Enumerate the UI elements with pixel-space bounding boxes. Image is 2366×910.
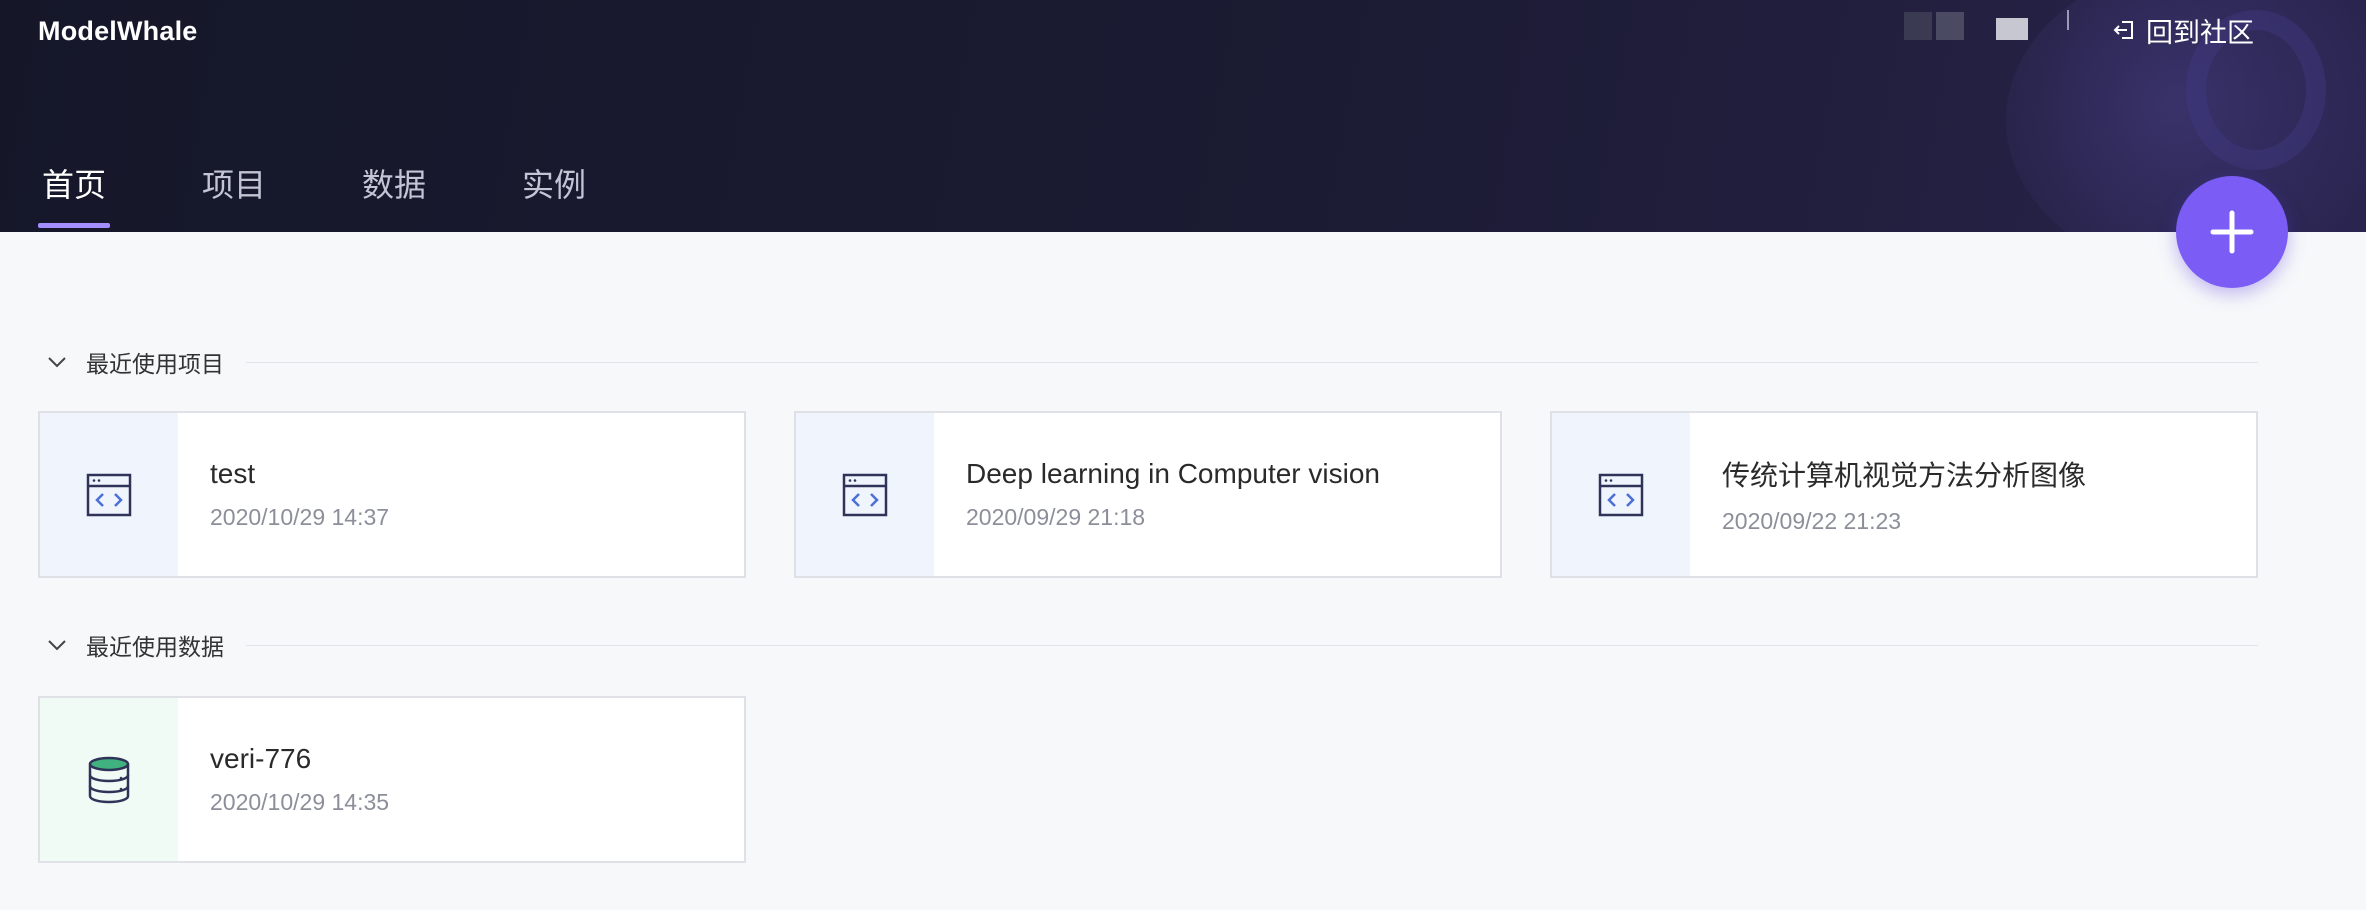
app-logo[interactable]: ModelWhale: [38, 16, 198, 47]
code-window-icon: [842, 473, 888, 516]
project-icon-area: [796, 413, 934, 576]
section-title: 最近使用项目: [86, 351, 224, 377]
dataset-icon-area: [40, 698, 178, 861]
project-name: test: [210, 458, 256, 489]
project-date: 2020/09/22 21:23: [1722, 508, 1902, 534]
project-date: 2020/09/29 21:18: [966, 504, 1146, 530]
section-divider: [246, 361, 2258, 363]
avatar-block: [1936, 12, 1964, 40]
recent-datasets-list: veri-776 2020/10/29 14:35: [38, 696, 746, 863]
tab-data[interactable]: 数据: [358, 160, 430, 232]
avatar-block: [1904, 12, 1932, 40]
section-divider: [246, 644, 2258, 646]
header-divider: [2067, 10, 2069, 30]
project-icon-area: [1552, 413, 1690, 576]
dataset-date: 2020/10/29 14:35: [210, 789, 390, 815]
project-icon-area: [40, 413, 178, 576]
recent-projects-list: test 2020/10/29 14:37 Deep learning in C…: [38, 411, 2258, 578]
project-name: 传统计算机视觉方法分析图像: [1722, 460, 2087, 491]
tab-instances[interactable]: 实例: [518, 160, 590, 232]
project-card[interactable]: Deep learning in Computer vision 2020/09…: [794, 411, 1502, 578]
section-title: 最近使用数据: [86, 634, 224, 660]
back-link-label: 回到社区: [2146, 17, 2254, 48]
recent-projects-header[interactable]: 最近使用项目: [38, 342, 2258, 382]
recent-datasets-header[interactable]: 最近使用数据: [38, 625, 2258, 665]
plus-icon: [2210, 210, 2254, 254]
main-tabs: 首页 项目 数据 实例: [38, 160, 678, 232]
database-icon: [88, 756, 130, 803]
tab-home[interactable]: 首页: [38, 160, 111, 232]
folder-icon[interactable]: [1996, 18, 2028, 40]
project-date: 2020/10/29 14:37: [210, 504, 390, 530]
project-name: Deep learning in Computer vision: [966, 458, 1380, 489]
exit-icon: [2113, 21, 2133, 39]
code-window-icon: [86, 473, 132, 516]
code-window-icon: [1598, 473, 1644, 516]
tab-projects[interactable]: 项目: [198, 160, 270, 232]
create-button[interactable]: [2176, 176, 2288, 288]
project-card[interactable]: 传统计算机视觉方法分析图像 2020/09/22 21:23: [1550, 411, 2258, 578]
chevron-down-icon: [48, 357, 66, 368]
dataset-card[interactable]: veri-776 2020/10/29 14:35: [38, 696, 746, 863]
dataset-name: veri-776: [210, 743, 312, 774]
chevron-down-icon: [48, 640, 66, 651]
top-header: ModelWhale 回到社区 首页 项目 数据 实例: [0, 0, 2366, 232]
back-to-community-link[interactable]: 回到社区: [2112, 13, 2254, 48]
project-card[interactable]: test 2020/10/29 14:37: [38, 411, 746, 578]
